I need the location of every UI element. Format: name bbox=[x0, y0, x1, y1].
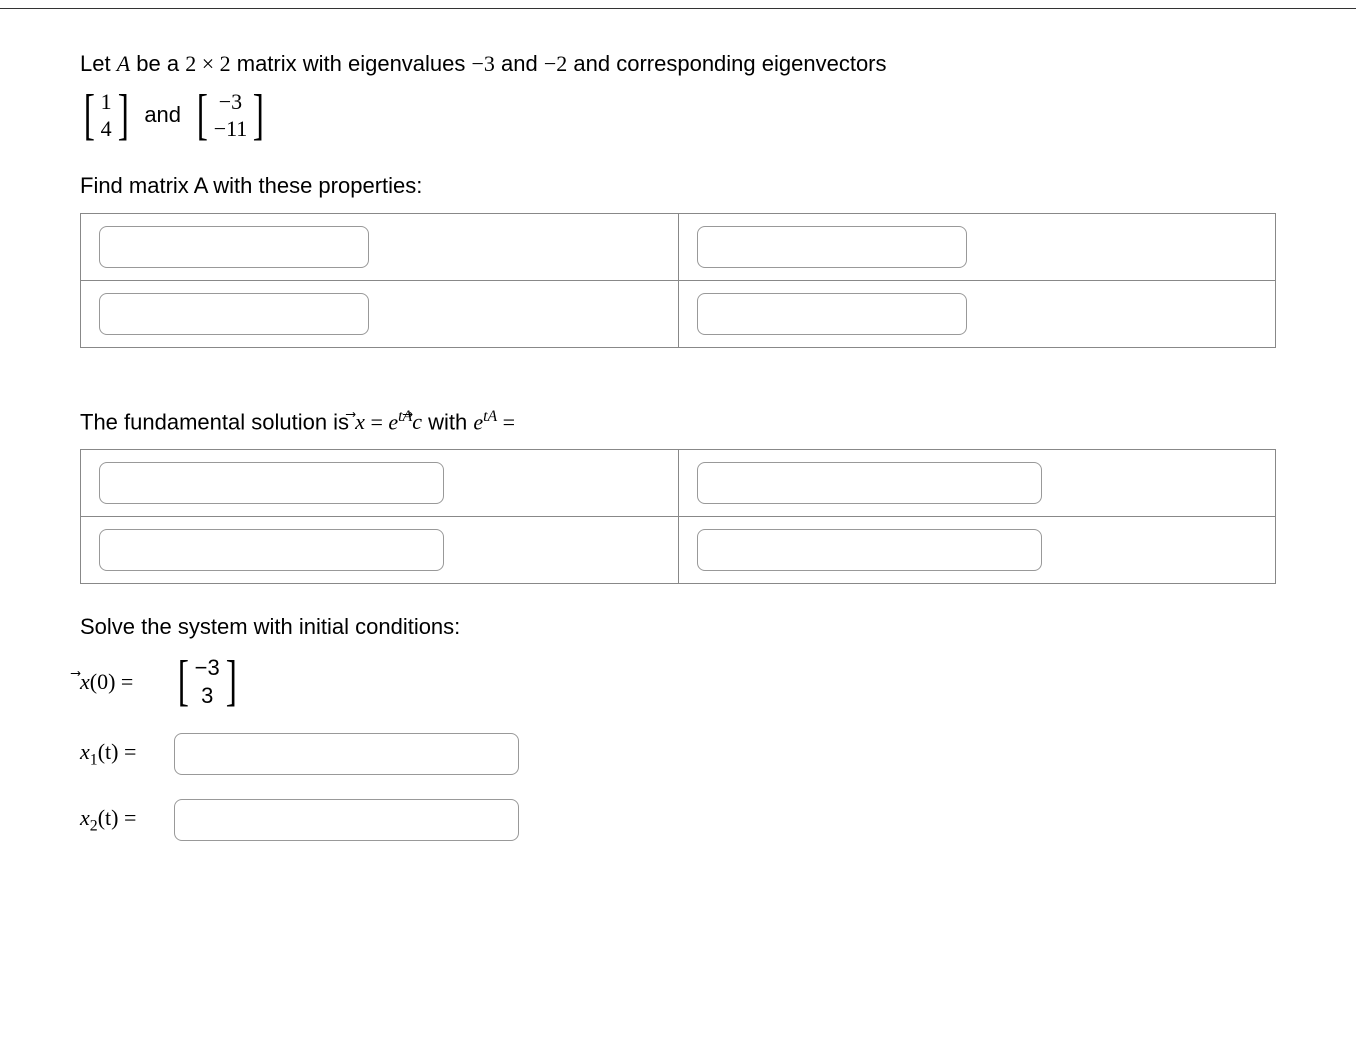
right-bracket-icon: ] bbox=[253, 90, 264, 140]
fundamental-label: The fundamental solution is x = etAc wit… bbox=[80, 408, 1276, 435]
input-E11[interactable] bbox=[99, 462, 444, 504]
with-text: with bbox=[422, 409, 473, 434]
x2-t: (t) bbox=[98, 805, 119, 830]
exp-tA2: tA bbox=[483, 408, 497, 425]
input-A22[interactable] bbox=[697, 293, 967, 335]
vec-c: c bbox=[412, 409, 422, 435]
ic-top: −3 bbox=[195, 654, 220, 682]
input-A11[interactable] bbox=[99, 226, 369, 268]
left-bracket-icon: [ bbox=[84, 90, 95, 140]
x2-x: x bbox=[80, 805, 90, 830]
x1-eq: = bbox=[118, 739, 136, 764]
x1-sub: 1 bbox=[90, 751, 98, 768]
x1-row: x1(t) = bbox=[80, 733, 1276, 775]
lambda1: −3 bbox=[472, 51, 495, 76]
top-rule bbox=[0, 8, 1356, 9]
ic-bot: 3 bbox=[201, 682, 213, 710]
input-E22[interactable] bbox=[697, 529, 1042, 571]
eq-sign: = bbox=[365, 409, 388, 434]
input-E12[interactable] bbox=[697, 462, 1042, 504]
problem-content: Let A be a 2 × 2 matrix with eigenvalues… bbox=[0, 49, 1356, 905]
v2-bot: −11 bbox=[214, 115, 248, 143]
v1-top: 1 bbox=[101, 88, 112, 116]
stem-text: and corresponding eigenvectors bbox=[567, 51, 886, 76]
x1-t: (t) bbox=[98, 739, 119, 764]
x2-label: x2(t) = bbox=[80, 805, 164, 835]
eq-sign2: = bbox=[497, 409, 515, 434]
ic-lhs: x(0) = bbox=[80, 669, 164, 695]
stem-text: matrix with eigenvalues bbox=[231, 51, 472, 76]
fund-text: The fundamental solution is bbox=[80, 409, 355, 434]
ic-eq: = bbox=[115, 669, 133, 694]
ic-vector: [ −3 3 ] bbox=[174, 654, 240, 709]
x2-sub: 2 bbox=[90, 817, 98, 834]
x2-row: x2(t) = bbox=[80, 799, 1276, 841]
eigenvectors: [ 1 4 ] and [ −3 −11 ] bbox=[80, 88, 268, 143]
stem-text: and bbox=[495, 51, 544, 76]
input-x1[interactable] bbox=[174, 733, 519, 775]
ic-arg: (0) bbox=[90, 669, 116, 694]
x2-eq: = bbox=[118, 805, 136, 830]
var-A: A bbox=[117, 51, 130, 76]
e2: e bbox=[473, 409, 483, 434]
eigenvector-1: [ 1 4 ] bbox=[80, 88, 132, 143]
v2-top: −3 bbox=[219, 88, 242, 116]
vec-x-ic: x bbox=[80, 669, 90, 695]
input-A12[interactable] bbox=[697, 226, 967, 268]
vec-x: x bbox=[355, 409, 365, 435]
matrix-etA-input-grid bbox=[80, 449, 1276, 584]
exp-tA: tA bbox=[398, 408, 412, 425]
left-bracket-icon: [ bbox=[197, 90, 208, 140]
right-bracket-icon: ] bbox=[225, 656, 236, 706]
x1-label: x1(t) = bbox=[80, 739, 164, 769]
find-A-label: Find matrix A with these properties: bbox=[80, 173, 1276, 199]
e: e bbox=[388, 409, 398, 434]
v1-bot: 4 bbox=[101, 115, 112, 143]
and-text: and bbox=[138, 102, 187, 128]
stem-text: be a bbox=[130, 51, 185, 76]
matrix-A-input-grid bbox=[80, 213, 1276, 348]
initial-condition-row: x(0) = [ −3 3 ] bbox=[80, 654, 1276, 709]
input-x2[interactable] bbox=[174, 799, 519, 841]
eigenvector-2: [ −3 −11 ] bbox=[193, 88, 268, 143]
left-bracket-icon: [ bbox=[178, 656, 189, 706]
lambda2: −2 bbox=[544, 51, 567, 76]
dim: 2 × 2 bbox=[185, 51, 230, 76]
stem-text: Let bbox=[80, 51, 117, 76]
input-E21[interactable] bbox=[99, 529, 444, 571]
solve-label: Solve the system with initial conditions… bbox=[80, 614, 1276, 640]
problem-stem: Let A be a 2 × 2 matrix with eigenvalues… bbox=[80, 49, 1276, 80]
x1-x: x bbox=[80, 739, 90, 764]
input-A21[interactable] bbox=[99, 293, 369, 335]
right-bracket-icon: ] bbox=[117, 90, 128, 140]
